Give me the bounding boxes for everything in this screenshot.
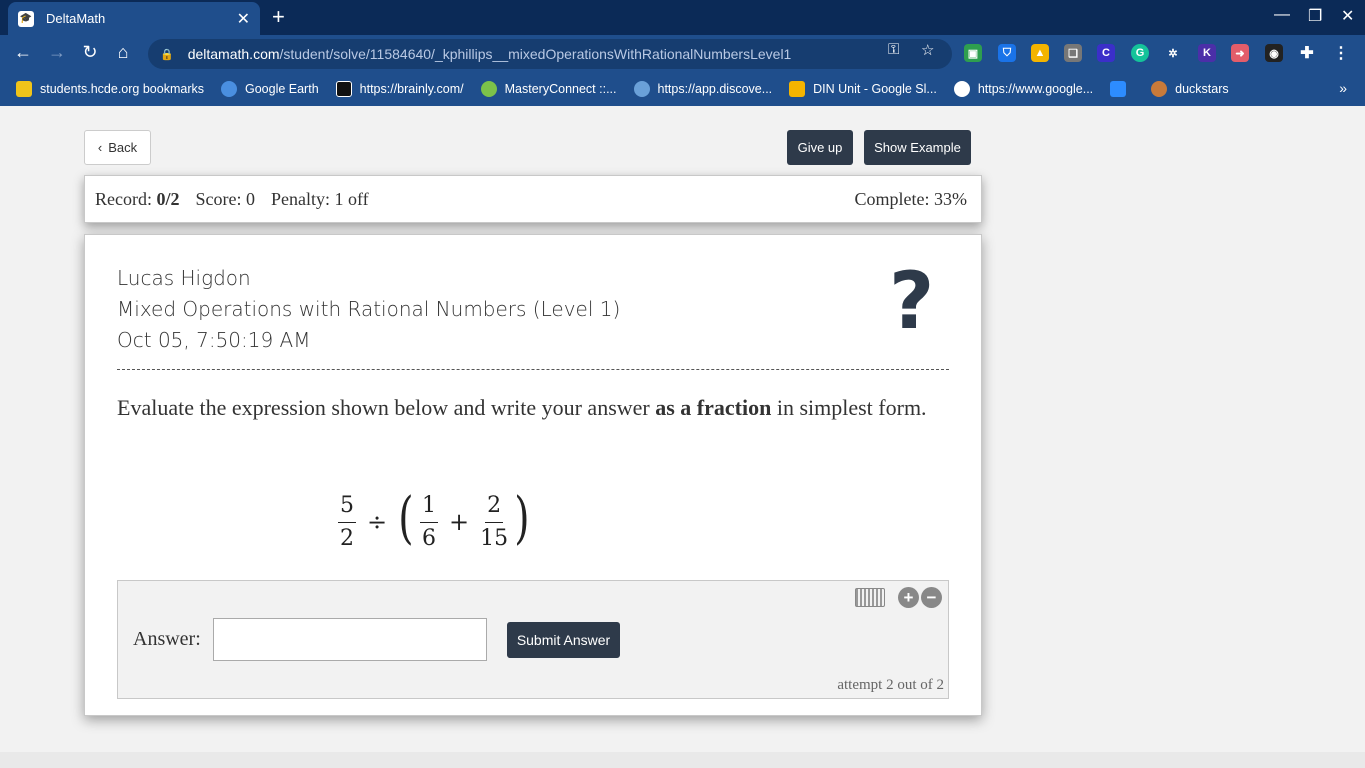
- home-icon[interactable]: ⌂: [112, 42, 134, 63]
- panda-extension-icon[interactable]: ◉: [1265, 44, 1283, 62]
- docs-extension-icon[interactable]: ❏: [1064, 44, 1082, 62]
- submit-answer-button[interactable]: Submit Answer: [507, 622, 620, 658]
- back-button[interactable]: ‹ Back: [84, 130, 151, 165]
- drive-extension-icon[interactable]: ▲: [1031, 44, 1049, 62]
- menu-kebab-icon[interactable]: ⋮: [1332, 44, 1350, 62]
- new-tab-button[interactable]: +: [272, 4, 285, 30]
- help-question-icon[interactable]: ?: [889, 257, 934, 347]
- give-up-button[interactable]: Give up: [787, 130, 853, 165]
- loading-extension-icon[interactable]: ✲: [1164, 44, 1182, 62]
- fraction: 16: [419, 492, 438, 551]
- problem-card: Lucas Higdon Mixed Operations with Ratio…: [84, 234, 982, 716]
- bookmark-item[interactable]: duckstars: [1151, 81, 1229, 97]
- open-paren: (: [398, 486, 414, 551]
- bookmark-item[interactable]: [1110, 81, 1134, 97]
- grammarly-extension-icon[interactable]: G: [1131, 44, 1149, 62]
- problem-prompt: Evaluate the expression shown below and …: [117, 395, 927, 420]
- back-arrow-icon[interactable]: ←: [12, 42, 34, 63]
- zoom-in-icon[interactable]: +: [898, 587, 919, 608]
- google-icon: [953, 81, 970, 97]
- tab-close-icon[interactable]: ✕: [237, 9, 250, 29]
- bookmark-item[interactable]: https://brainly.com/: [335, 81, 464, 97]
- score: Score: 0: [195, 188, 255, 209]
- answer-input[interactable]: [213, 618, 487, 661]
- arrow-extension-icon[interactable]: ➜: [1231, 44, 1249, 62]
- window-close-icon[interactable]: ✕: [1341, 6, 1354, 26]
- answer-label: Answer:: [133, 628, 201, 650]
- bookmark-item[interactable]: MasteryConnect ::...: [480, 81, 617, 97]
- bookmarks-overflow-icon[interactable]: »: [1339, 80, 1347, 96]
- graduation-cap-icon: 🎓: [18, 10, 34, 27]
- fraction: 2 15: [480, 492, 509, 551]
- record: Record: 0/2: [95, 188, 180, 209]
- chevron-left-icon: ‹: [97, 140, 103, 155]
- globe-icon: [220, 81, 237, 97]
- zoom-out-icon[interactable]: −: [921, 587, 942, 608]
- answer-area: + − Answer: Submit Answer attempt 2 out …: [117, 580, 949, 699]
- forward-arrow-icon[interactable]: →: [46, 42, 68, 63]
- assignment-title: Mixed Operations with Rational Numbers (…: [117, 297, 621, 321]
- problem-meta: Lucas Higdon Mixed Operations with Ratio…: [117, 263, 620, 356]
- close-paren: ): [514, 486, 530, 551]
- globe-icon: [633, 81, 650, 97]
- bookmark-item[interactable]: Google Earth: [220, 81, 319, 97]
- divide-operator: ÷: [367, 508, 388, 536]
- plus-operator: +: [448, 508, 470, 536]
- duck-icon: [1151, 81, 1168, 97]
- show-example-button[interactable]: Show Example: [864, 130, 971, 165]
- slides-icon: [789, 81, 806, 97]
- shield-extension-icon[interactable]: ⛉: [998, 44, 1016, 62]
- key-icon[interactable]: ⚿: [888, 41, 899, 58]
- browser-tab[interactable]: 🎓 DeltaMath ✕: [8, 2, 260, 35]
- c-extension-icon[interactable]: C: [1097, 44, 1115, 62]
- keyboard-icon[interactable]: [855, 588, 885, 607]
- restore-icon[interactable]: ❐: [1308, 6, 1322, 26]
- divider: [117, 369, 949, 370]
- completion: Complete: 33%: [854, 188, 967, 209]
- penalty: Penalty: 1 off: [270, 188, 369, 209]
- tab-strip: 🎓 DeltaMath ✕ + — ❐ ✕: [0, 0, 1365, 35]
- bookmark-item[interactable]: https://app.discove...: [633, 81, 772, 97]
- star-icon[interactable]: ☆: [921, 41, 934, 59]
- folder-icon: [16, 81, 32, 97]
- classroom-extension-icon[interactable]: ▣: [964, 44, 982, 62]
- minimize-icon[interactable]: —: [1274, 6, 1290, 24]
- puzzle-icon[interactable]: ✚: [1298, 44, 1316, 62]
- url-path: /student/solve/11584640/_kphillips__mixe…: [279, 46, 792, 62]
- timestamp: Oct 05, 7:50:19 AM: [117, 328, 311, 352]
- browser-toolbar: ← → ↻ ⌂ 🔒 deltamath.com/student/solve/11…: [0, 35, 1365, 72]
- attempt-counter: attempt 2 out of 2: [837, 677, 944, 693]
- reload-icon[interactable]: ↻: [79, 42, 101, 63]
- url-host: deltamath.com: [187, 46, 280, 62]
- bookmark-item[interactable]: https://www.google...: [953, 81, 1093, 97]
- bookmark-item[interactable]: students.hcde.org bookmarks: [16, 81, 204, 97]
- student-name: Lucas Higdon: [117, 266, 251, 290]
- status-bar: Record: 0/2 Score: 0 Penalty: 1 off Comp…: [84, 175, 982, 223]
- kami-extension-icon[interactable]: K: [1198, 44, 1216, 62]
- footer: [0, 752, 1365, 768]
- address-bar[interactable]: 🔒 deltamath.com/student/solve/11584640/_…: [148, 39, 952, 69]
- tab-title: DeltaMath: [46, 11, 106, 26]
- bookmark-item[interactable]: DIN Unit - Google Sl...: [789, 81, 937, 97]
- bookmarks-bar: students.hcde.org bookmarks Google Earth…: [0, 72, 1365, 106]
- brainly-icon: [335, 81, 352, 97]
- lock-icon: 🔒: [160, 48, 174, 61]
- math-expression: 52 ÷ ( 16 + 2 15 ): [335, 487, 533, 557]
- zoom-icon: [1110, 81, 1127, 97]
- masteryconnect-icon: [480, 81, 497, 97]
- fraction: 52: [338, 492, 356, 551]
